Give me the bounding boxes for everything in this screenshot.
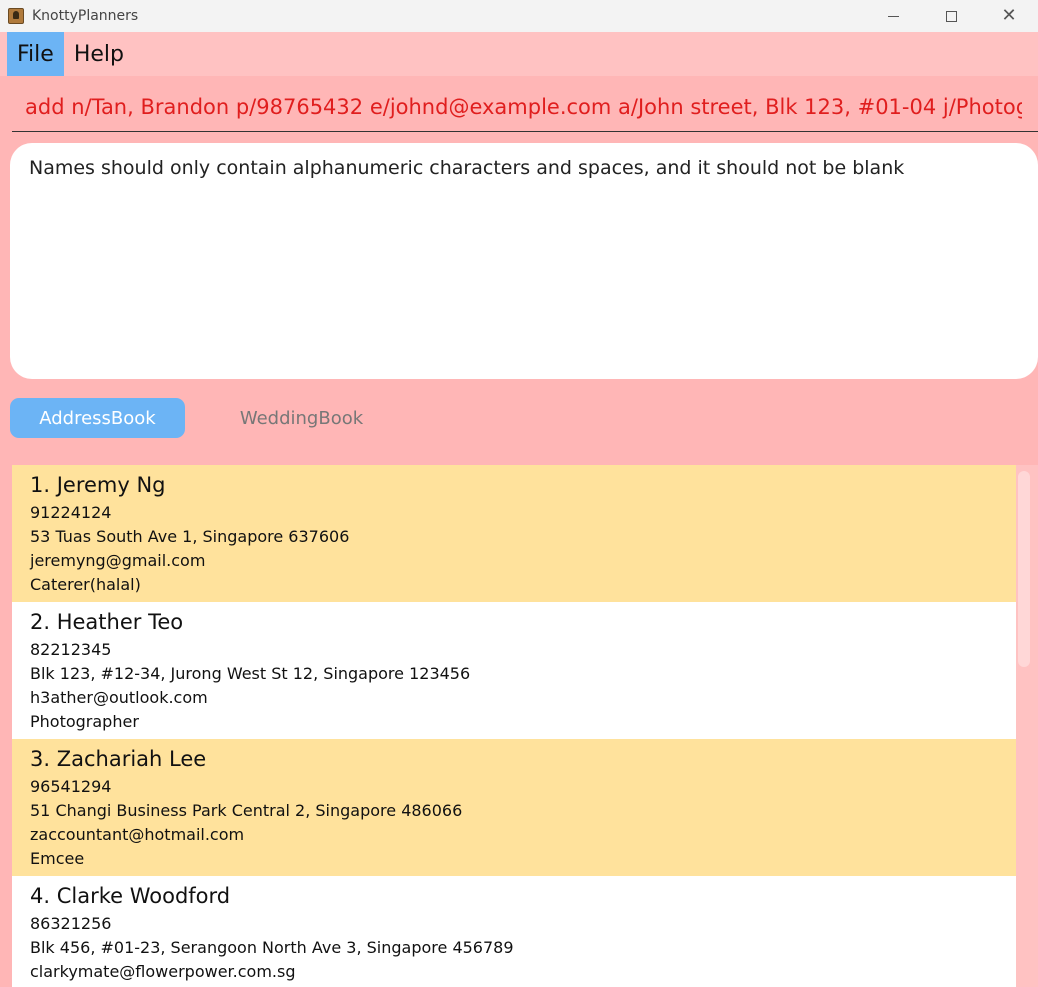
scrollbar-thumb[interactable] [1018, 471, 1030, 667]
person-email: clarkymate@flowerpower.com.sg [30, 962, 296, 981]
window-controls: ✕ [864, 0, 1038, 32]
window-title: KnottyPlanners [32, 8, 139, 24]
menu-file[interactable]: File [7, 32, 64, 76]
tab-weddingbook[interactable]: WeddingBook [214, 398, 389, 438]
person-address: Blk 123, #12-34, Jurong West St 12, Sing… [30, 664, 471, 683]
result-display: Names should only contain alphanumeric c… [10, 143, 1038, 379]
person-job: Photographer [30, 712, 139, 731]
command-box: add n/Tan, Brandon p/98765432 e/johnd@ex… [12, 84, 1038, 132]
person-email: zaccountant@hotmail.com [30, 825, 245, 844]
menu-help[interactable]: Help [64, 32, 134, 76]
person-phone: 91224124 [30, 503, 112, 522]
title-bar: KnottyPlanners ✕ [0, 0, 1038, 32]
result-message: Names should only contain alphanumeric c… [29, 157, 905, 179]
person-name: 4. Clarke Woodford [30, 884, 231, 908]
minimize-button[interactable] [864, 0, 922, 32]
person-phone: 96541294 [30, 777, 112, 796]
person-address: 53 Tuas South Ave 1, Singapore 637606 [30, 527, 350, 546]
person-name: 3. Zachariah Lee [30, 747, 207, 771]
person-address: Blk 456, #01-23, Serangoon North Ave 3, … [30, 938, 514, 957]
person-phone: 82212345 [30, 640, 112, 659]
person-list[interactable]: 1. Jeremy Ng 91224124 53 Tuas South Ave … [12, 465, 1038, 987]
person-phone: 86321256 [30, 914, 112, 933]
tab-addressbook[interactable]: AddressBook [10, 398, 185, 438]
maximize-button[interactable] [922, 0, 980, 32]
close-button[interactable]: ✕ [980, 0, 1038, 32]
person-job: Emcee [30, 849, 85, 868]
close-icon: ✕ [1001, 5, 1017, 26]
person-name: 2. Heather Teo [30, 610, 184, 634]
person-card[interactable]: 1. Jeremy Ng 91224124 53 Tuas South Ave … [12, 465, 1016, 602]
person-job: Caterer(halal) [30, 575, 141, 594]
app-icon [8, 8, 24, 24]
person-card[interactable]: 3. Zachariah Lee 96541294 51 Changi Busi… [12, 739, 1016, 876]
person-address: 51 Changi Business Park Central 2, Singa… [30, 801, 463, 820]
command-input[interactable]: add n/Tan, Brandon p/98765432 e/johnd@ex… [12, 84, 1022, 130]
person-card[interactable]: 2. Heather Teo 82212345 Blk 123, #12-34,… [12, 602, 1016, 739]
person-email: jeremyng@gmail.com [30, 551, 206, 570]
menu-bar: File Help [0, 32, 1038, 76]
person-name: 1. Jeremy Ng [30, 473, 166, 497]
person-card[interactable]: 4. Clarke Woodford 86321256 Blk 456, #01… [12, 876, 1016, 987]
list-scrollbar[interactable] [1018, 465, 1036, 987]
minimize-icon [887, 15, 899, 17]
person-email: h3ather@outlook.com [30, 688, 208, 707]
maximize-icon [945, 10, 957, 22]
